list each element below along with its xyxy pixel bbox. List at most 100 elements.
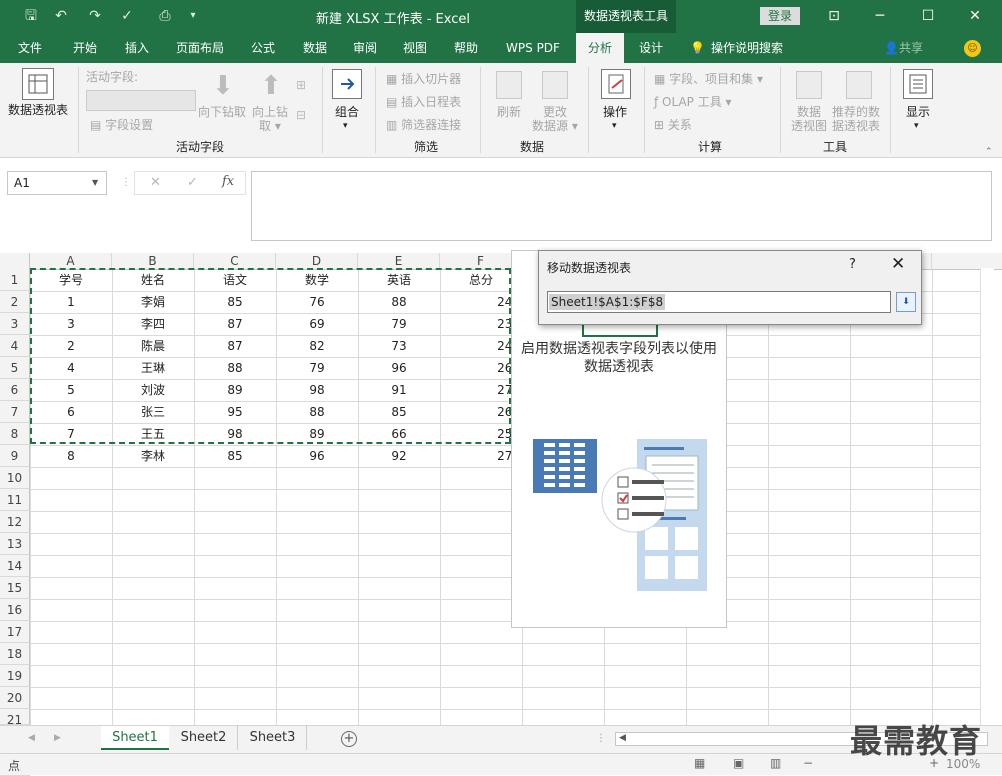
row-header[interactable]: 1 [0,269,30,291]
page-layout-view-icon[interactable]: ▣ [733,756,744,770]
dialog-help-button[interactable]: ? [849,257,856,272]
tab-wps-pdf[interactable]: WPS PDF [498,33,568,63]
row-header[interactable]: 2 [0,291,30,313]
refresh-button[interactable]: 刷新 [497,105,521,119]
drill-down-button[interactable]: 向下钻取 [198,105,246,119]
restore-button[interactable]: ☐ [914,4,942,28]
row-header[interactable]: 4 [0,335,30,357]
field-settings-button[interactable]: ▤ 字段设置 [90,118,153,132]
fields-items-sets-button[interactable]: ▦ 字段、项目和集 ▾ [654,72,763,86]
row-header[interactable]: 20 [0,687,30,709]
actions-icon[interactable] [601,69,631,99]
feedback-smiley-icon[interactable]: ☺ [964,40,981,57]
actions-button[interactable]: 操作 [603,105,627,119]
scroll-sheets-left-icon[interactable]: ◀ [28,733,35,743]
expand-field-icon[interactable]: ⊞ [296,78,306,92]
group-icon[interactable] [332,69,362,99]
name-box-dropdown-icon[interactable]: ▼ [92,178,98,187]
scroll-sheets-right-icon[interactable]: ▶ [54,733,61,743]
add-sheet-icon[interactable]: + [341,731,357,747]
filter-connections-button[interactable]: ▥ 筛选器连接 [386,118,461,132]
normal-view-icon[interactable]: ▦ [694,756,705,770]
row-header[interactable]: 5 [0,357,30,379]
collapse-ribbon-icon[interactable]: ⌃ [985,147,993,157]
minimize-button[interactable]: ─ [866,4,894,28]
row-header[interactable]: 3 [0,313,30,335]
page-break-view-icon[interactable]: ▥ [770,756,781,770]
tab-insert[interactable]: 插入 [114,33,160,63]
tab-data[interactable]: 数据 [292,33,338,63]
row-header[interactable]: 17 [0,621,30,643]
insert-slicer-button[interactable]: ▦ 插入切片器 [386,72,461,86]
olap-tools-button[interactable]: ƒ OLAP 工具 ▾ [654,95,732,109]
row-header[interactable]: 11 [0,489,30,511]
cancel-formula-icon[interactable]: ✕ [150,175,161,190]
tab-review[interactable]: 审阅 [342,33,388,63]
row-header[interactable]: 16 [0,599,30,621]
show-dropdown-arrow[interactable]: ▾ [914,119,919,133]
group-dropdown-arrow[interactable]: ▾ [343,119,348,133]
sheet-tab-sheet3[interactable]: Sheet3 [239,726,307,750]
redo-icon[interactable]: ↷ [86,8,104,24]
recommended-pivot-button[interactable]: 推荐的数 [832,105,880,119]
tab-formulas[interactable]: 公式 [240,33,286,63]
zoom-out-icon[interactable]: − [803,756,813,770]
customize-toolbar-icon[interactable]: ▾ [184,8,202,24]
move-pivot-dialog[interactable]: 移动数据透视表 ? ✕ Sheet1!$A$1:$F$8 ⬇ [538,250,922,325]
row-header[interactable]: 8 [0,423,30,445]
row-header[interactable]: 13 [0,533,30,555]
row-header[interactable]: 15 [0,577,30,599]
vertical-scrollbar[interactable] [980,268,994,725]
row-header[interactable]: 9 [0,445,30,467]
show-icon[interactable] [903,69,933,99]
insert-timeline-button[interactable]: ▤ 插入日程表 [386,95,461,109]
select-all-corner[interactable] [0,253,30,270]
range-input[interactable]: Sheet1!$A$1:$F$8 [547,291,891,313]
active-field-input[interactable] [86,90,196,111]
tab-help[interactable]: 帮助 [443,33,489,63]
change-source-button[interactable]: 更改 [543,105,567,119]
table-cell[interactable]: 85 [194,445,276,467]
login-button[interactable]: 登录 [760,7,800,25]
share-button[interactable]: 👤共享 [884,33,923,63]
tab-home[interactable]: 开始 [62,33,108,63]
collapse-field-icon[interactable]: ⊟ [296,108,306,122]
close-button[interactable]: ✕ [961,4,989,28]
table-cell[interactable]: 273 [440,445,522,467]
pivot-chart-button[interactable]: 数据 [797,105,821,119]
table-cell[interactable]: 8 [30,445,112,467]
tab-file[interactable]: 文件 [8,33,52,63]
save-icon[interactable]: 🖫 [22,8,40,24]
pivot-table-button[interactable]: 数据透视表 [8,103,68,117]
undo-icon[interactable]: ↶ [52,8,70,24]
tab-view[interactable]: 视图 [392,33,438,63]
tab-analyze[interactable]: 分析 [576,33,624,63]
expand-dialog-icon[interactable]: ⬇ [896,292,916,312]
sheet-tab-sheet1[interactable]: Sheet1 [101,726,169,750]
tab-split-grip-icon[interactable]: ⋮ [596,733,606,744]
table-cell[interactable]: 李林 [112,445,194,467]
row-header[interactable]: 19 [0,665,30,687]
print-preview-icon[interactable]: ⎙ [156,8,174,24]
format-painter-icon[interactable]: ✓ [118,8,136,24]
dialog-close-button[interactable]: ✕ [891,254,905,274]
actions-dropdown-arrow[interactable]: ▾ [612,119,617,133]
row-header[interactable]: 6 [0,379,30,401]
scroll-left-icon[interactable]: ◀ [619,733,626,743]
ribbon-display-icon[interactable]: ⊡ [820,4,848,28]
row-header[interactable]: 12 [0,511,30,533]
tab-page-layout[interactable]: 页面布局 [166,33,234,63]
relationships-button[interactable]: ⊞ 关系 [654,118,692,132]
drill-up-button[interactable]: 向上钻 [252,105,288,119]
enter-formula-icon[interactable]: ✓ [187,175,198,190]
row-header[interactable]: 14 [0,555,30,577]
tell-me-search[interactable]: 💡 操作说明搜索 [690,33,783,63]
sheet-tab-sheet2[interactable]: Sheet2 [170,726,238,750]
row-header[interactable]: 10 [0,467,30,489]
row-header[interactable]: 21 [0,709,30,727]
group-button[interactable]: 组合 [335,105,359,119]
insert-function-icon[interactable]: fx [222,174,234,189]
formula-input[interactable] [251,171,992,241]
table-cell[interactable]: 96 [276,445,358,467]
row-header[interactable]: 7 [0,401,30,423]
